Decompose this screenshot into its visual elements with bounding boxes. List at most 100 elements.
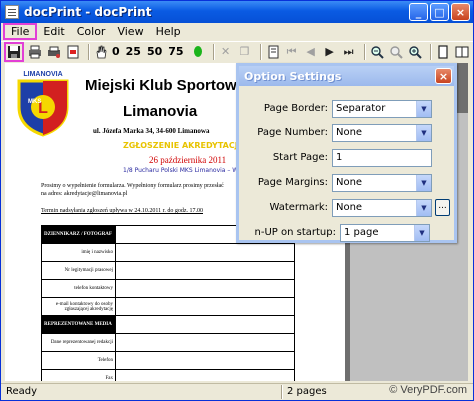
table-cell-value (115, 315, 295, 334)
page-margins-select[interactable]: None ▼ (332, 174, 432, 192)
page-number-select[interactable]: None ▼ (332, 124, 432, 142)
single-page-icon[interactable] (435, 44, 451, 60)
menu-view[interactable]: View (111, 23, 149, 40)
prev-page-icon[interactable]: ◀ (303, 44, 319, 60)
table-cell-label: DZIENNIKARZ / FOTOGRAF (41, 225, 116, 244)
print-icon[interactable] (27, 44, 43, 60)
verypdf-watermark: © VeryPDF.com (389, 384, 467, 396)
chevron-down-icon[interactable]: ▼ (416, 101, 431, 117)
logo-letters: MKS (28, 99, 41, 105)
chevron-down-icon[interactable]: ▼ (414, 225, 429, 241)
doc-title: Miejski Klub Sportowy (85, 77, 246, 94)
doc-text-line: na adres: akredytacje@limanovia.pl (41, 191, 128, 197)
row-nup: n-UP on startup: 1 page ▼ (239, 224, 454, 242)
menu-file[interactable]: File (3, 23, 38, 40)
app-icon (5, 5, 19, 19)
status-ready: Ready (6, 386, 38, 397)
toolbar-separator (363, 43, 365, 60)
table-row: e-mail kontaktowy do osoby zgłaszającej … (41, 297, 295, 316)
table-cell-label: Telefon (41, 351, 116, 370)
chevron-down-icon[interactable]: ▼ (416, 175, 431, 191)
hand-icon[interactable] (93, 44, 109, 60)
menu-bar: File Edit Color View Help (1, 23, 473, 40)
form-table: DZIENNIKARZ / FOTOGRAF imię i nazwisko Nr … (41, 225, 295, 381)
row-page-margins: Page Margins: None ▼ (239, 174, 454, 192)
start-page-label: Start Page: (272, 152, 328, 163)
menu-color[interactable]: Color (71, 23, 112, 40)
table-row: imię i nazwisko (41, 243, 295, 262)
page-border-select[interactable]: Separator ▼ (332, 100, 432, 118)
start-page-input[interactable]: 1 (332, 149, 432, 167)
doc-subtitle: Limanovia (123, 103, 198, 120)
watermark-select[interactable]: None ▼ (332, 199, 432, 217)
first-page-icon[interactable]: ⏮ (284, 44, 300, 60)
cut-icon[interactable]: ✕ (218, 44, 234, 60)
table-cell-label: telefon kontaktowy (41, 279, 116, 298)
table-row: Nr legitymacji prasowej (41, 261, 295, 280)
table-cell-value (115, 261, 295, 280)
table-cell-label: Nr legitymacji prasowej (41, 261, 116, 280)
toolbar: 0 25 50 75 ✕ ❐ ⏮ ◀ ▶ ⏭ (1, 41, 473, 62)
zoom-25-button[interactable]: 25 (126, 45, 141, 58)
watermark-browse-button[interactable]: ... (435, 199, 450, 216)
table-cell-label: imię i nazwisko (41, 243, 116, 262)
page-margins-label: Page Margins: (257, 177, 328, 188)
table-cell-label: e-mail kontaktowy do osoby zgłaszającej … (41, 297, 116, 316)
chevron-down-icon[interactable]: ▼ (416, 200, 431, 216)
table-cell-value (115, 243, 295, 262)
zoom-out-icon[interactable] (369, 44, 385, 60)
window-title: docPrint - docPrint (24, 5, 152, 19)
minimize-button[interactable]: _ (409, 3, 428, 21)
table-cell-label: Dane reprezentowanej redakcji (41, 333, 116, 352)
page-setup-icon[interactable] (265, 44, 281, 60)
zoom-50-button[interactable]: 50 (147, 45, 162, 58)
nup-label: n-UP on startup: (254, 227, 336, 238)
nup-select[interactable]: 1 page ▼ (340, 224, 430, 242)
zoom-fit-icon[interactable] (388, 44, 404, 60)
save-icon[interactable] (4, 41, 24, 62)
green-dot-icon[interactable] (190, 44, 206, 60)
two-page-icon[interactable] (454, 44, 470, 60)
chevron-down-icon[interactable]: ▼ (416, 125, 431, 141)
row-watermark: Watermark: None ▼ ... (239, 199, 454, 217)
logo-text: LIMANOVIA (23, 71, 62, 78)
app-window: docPrint - docPrint _ □ × File Edit Colo… (0, 0, 474, 401)
maximize-button[interactable]: □ (430, 3, 449, 21)
status-pages: 2 pages (287, 386, 327, 397)
doc-text-line: Prosimy o wypełnienie formularza. Wypełn… (41, 183, 224, 189)
dialog-title: Option Settings (244, 69, 342, 83)
table-cell-value (115, 297, 295, 316)
dialog-close-button[interactable]: × (435, 68, 452, 84)
row-page-number: Page Number: None ▼ (239, 124, 454, 142)
table-row: Dane reprezentowanej redakcji (41, 333, 295, 352)
table-row: telefon kontaktowy (41, 279, 295, 298)
next-page-icon[interactable]: ▶ (322, 44, 338, 60)
option-settings-dialog: Option Settings × Page Border: Separator… (236, 63, 457, 243)
zoom-0-button[interactable]: 0 (112, 45, 120, 58)
close-button[interactable]: × (451, 3, 470, 21)
title-bar[interactable]: docPrint - docPrint _ □ × (1, 1, 473, 23)
menu-help[interactable]: Help (150, 23, 187, 40)
table-cell-label: Fax (41, 369, 116, 381)
menu-edit[interactable]: Edit (37, 23, 70, 40)
toolbar-separator (212, 43, 214, 60)
copy-icon[interactable]: ❐ (237, 44, 253, 60)
zoom-75-button[interactable]: 75 (168, 45, 183, 58)
toolbar-separator (259, 43, 261, 60)
last-page-icon[interactable]: ⏭ (341, 44, 357, 60)
table-cell-value (115, 351, 295, 370)
table-row: REPREZENTOWANE MEDIA (41, 315, 295, 334)
table-row: Telefon (41, 351, 295, 370)
row-page-border: Page Border: Separator ▼ (239, 100, 454, 118)
dialog-title-bar[interactable]: Option Settings (239, 66, 454, 86)
page-border-label: Page Border: (263, 103, 328, 114)
print-setup-icon[interactable] (46, 44, 62, 60)
row-start-page: Start Page: 1 (239, 149, 454, 167)
doc-date: 26 października 2011 (149, 155, 227, 165)
zoom-in-icon[interactable] (407, 44, 423, 60)
pdf-icon[interactable] (65, 44, 81, 60)
watermark-label: Watermark: (269, 202, 328, 213)
toolbar-separator (429, 43, 431, 60)
doc-address: ul. Józefa Marka 34, 34-600 Limanowa (93, 127, 210, 135)
doc-text-line: Termin nadsyłania zgłoszeń upływa w 24.1… (41, 208, 203, 214)
